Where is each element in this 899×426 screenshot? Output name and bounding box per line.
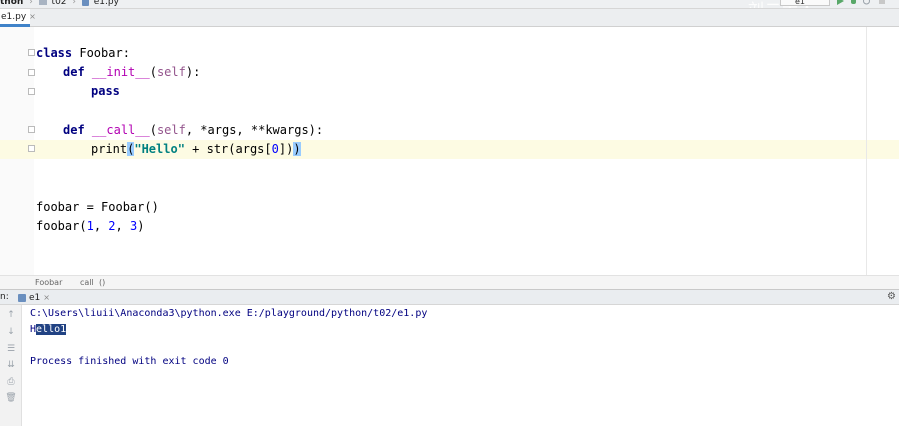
close-run-tab-icon[interactable]: × <box>43 293 50 302</box>
keyword: class <box>36 46 73 60</box>
code-line: def __call__(self, *args, **kwargs): <box>63 121 323 140</box>
run-icon[interactable] <box>836 0 845 5</box>
editor-tab-bar: e1.py × <box>0 9 899 27</box>
python-file-icon <box>81 0 89 6</box>
code-text: Foobar: <box>72 46 130 60</box>
fold-marker-icon[interactable] <box>28 126 35 133</box>
breadcrumb-folder[interactable]: t02 <box>52 0 67 8</box>
code-text: ): <box>185 65 201 79</box>
soft-wrap-icon[interactable]: ☰ <box>5 343 17 355</box>
keyword: def <box>63 123 85 137</box>
console-selected-text: ello1 <box>36 324 67 335</box>
code-line: foobar = Foobar() <box>36 198 159 217</box>
run-tab-label: e1 <box>29 293 41 303</box>
breadcrumb: thon › t02 › e1.py <box>0 0 119 8</box>
python-file-icon <box>18 294 26 302</box>
code-text: ( <box>149 65 157 79</box>
scroll-to-end-icon[interactable]: ⇊ <box>5 359 17 371</box>
breadcrumb-separator: › <box>29 0 33 7</box>
code-text: + str(args[ <box>184 142 272 156</box>
run-config-selector[interactable]: e1 <box>780 0 830 6</box>
code-text: , <box>93 219 109 233</box>
coverage-icon[interactable] <box>862 0 871 5</box>
code-line-current: print("Hello" + str(args[0])) <box>91 140 301 159</box>
stop-icon[interactable] <box>878 0 887 5</box>
print-icon[interactable]: ⎙ <box>5 376 17 388</box>
close-tab-icon[interactable]: × <box>29 12 36 21</box>
string-literal: "Hello" <box>134 142 185 156</box>
breadcrumb-file[interactable]: e1.py <box>94 0 119 8</box>
breadcrumb-class[interactable]: Foobar <box>35 276 62 289</box>
trash-icon[interactable]: 🗑 <box>5 392 17 404</box>
run-panel-label: n: <box>0 292 9 302</box>
method-name: __call__ <box>91 123 150 137</box>
self-param: self <box>156 123 186 137</box>
debug-icon[interactable] <box>849 0 858 5</box>
code-text: ) <box>137 219 145 233</box>
self-param: self <box>156 65 186 79</box>
down-arrow-icon[interactable]: ↓ <box>5 326 17 338</box>
code-text: ( <box>149 123 157 137</box>
console-toolbar: ↑ ↓ ☰ ⇊ ⎙ 🗑 <box>0 305 22 426</box>
code-line: pass <box>91 82 120 101</box>
number-literal: 0 <box>271 142 279 156</box>
tab-label: e1.py <box>1 12 27 22</box>
method-name: __init__ <box>91 65 150 79</box>
tab-e1-py[interactable]: e1.py × <box>0 9 36 27</box>
gear-icon[interactable]: ⚙ <box>887 290 896 304</box>
matched-brace: ) <box>293 142 301 156</box>
run-panel-header: n: e1 × ⚙ <box>0 289 899 305</box>
number-literal: 2 <box>108 219 116 233</box>
breadcrumb-project[interactable]: thon <box>0 0 23 8</box>
console-command-line: C:\Users\liuii\Anaconda3\python.exe E:/p… <box>30 308 428 319</box>
fold-marker-icon[interactable] <box>28 145 35 152</box>
up-arrow-icon[interactable]: ↑ <box>5 309 17 321</box>
console-exit-message: Process finished with exit code 0 <box>30 356 229 367</box>
keyword: def <box>63 65 85 79</box>
breadcrumb-separator: › <box>72 0 77 7</box>
right-margin-guide <box>866 27 867 275</box>
breadcrumb-method[interactable]: call <box>80 276 94 289</box>
fold-marker-icon[interactable] <box>28 49 35 56</box>
code-text: print <box>91 142 128 156</box>
console-output-line: Hello1 <box>30 322 67 338</box>
code-text: foobar = Foobar() <box>36 200 159 214</box>
breadcrumb-method-suffix: () <box>99 278 106 287</box>
fold-marker-icon[interactable] <box>28 88 35 95</box>
run-console[interactable]: ↑ ↓ ☰ ⇊ ⎙ 🗑 C:\Users\liuii\Anaconda3\pyt… <box>0 305 899 426</box>
fold-marker-icon[interactable] <box>28 69 35 76</box>
keyword: pass <box>91 84 120 98</box>
code-text: foobar( <box>36 219 87 233</box>
code-line: foobar(1, 2, 3) <box>36 217 144 236</box>
folder-icon <box>38 0 47 5</box>
code-text: ]) <box>278 142 294 156</box>
code-editor[interactable]: class Foobar: def __init__(self): pass d… <box>0 27 899 275</box>
code-line: def __init__(self): <box>63 63 200 82</box>
code-line: class Foobar: <box>36 44 130 63</box>
structure-breadcrumb: Foobar call () <box>0 275 899 289</box>
code-text: , <box>115 219 130 233</box>
navigation-bar: thon › t02 › e1.py 刘二大人 e1 <box>0 0 899 9</box>
number-literal: 1 <box>86 219 94 233</box>
run-tab-e1[interactable]: e1 × <box>18 291 53 304</box>
code-text: , *args, **kwargs): <box>185 123 324 137</box>
